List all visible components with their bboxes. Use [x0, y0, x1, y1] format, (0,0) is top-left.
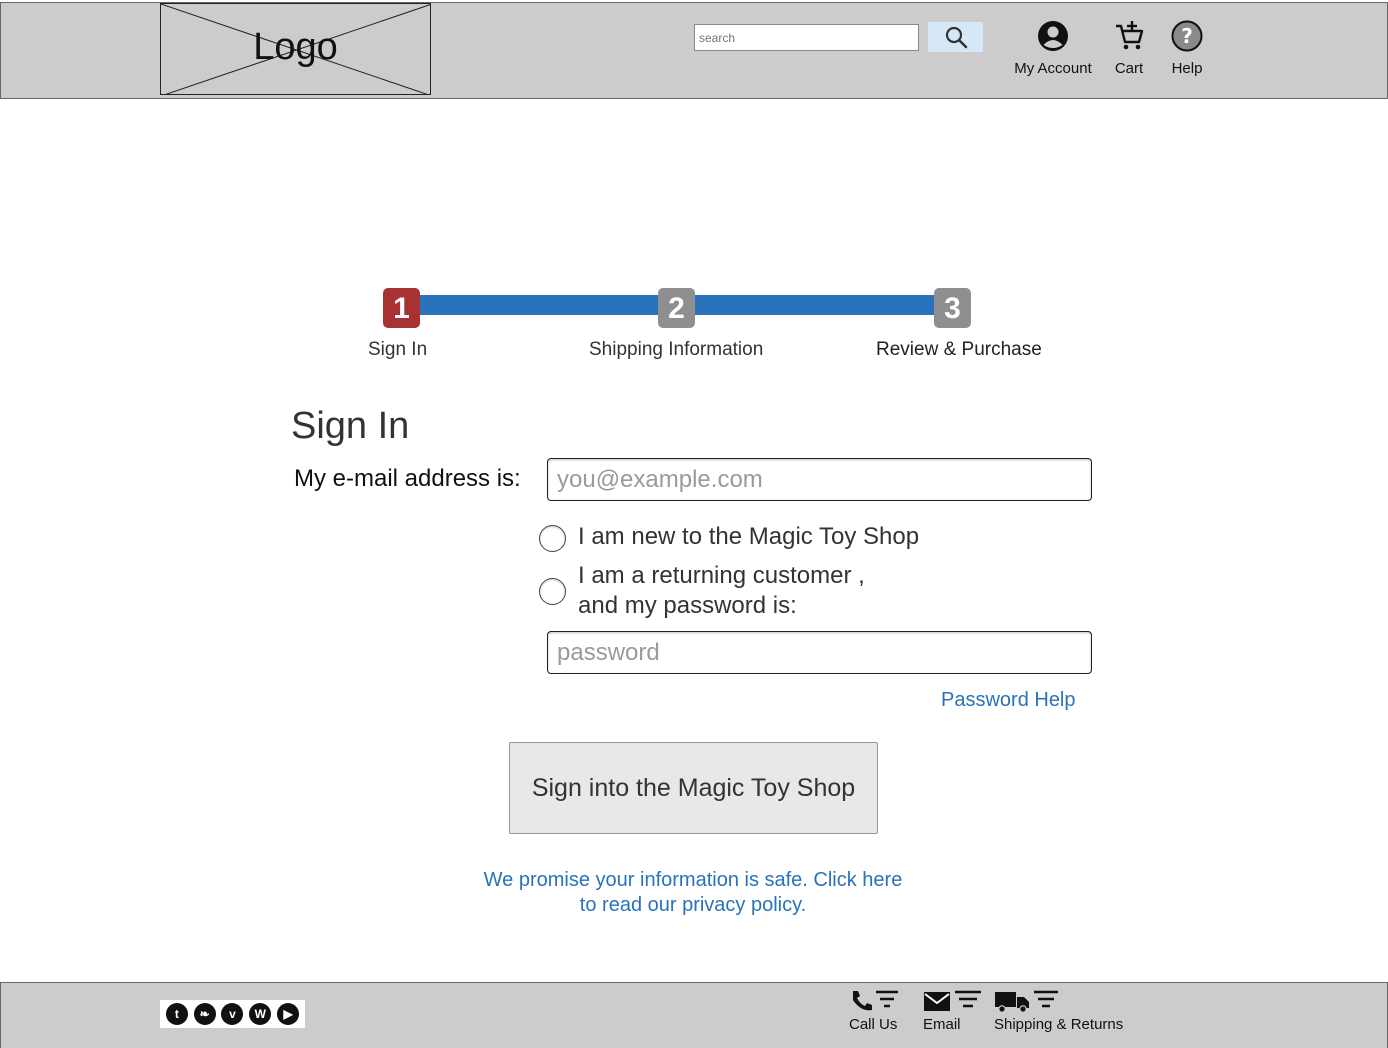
search-icon — [945, 26, 967, 49]
search-input[interactable] — [694, 24, 919, 51]
nav-my-account-label: My Account — [1014, 60, 1092, 77]
wordpress-icon[interactable]: W — [249, 1003, 272, 1025]
new-customer-radio[interactable] — [539, 525, 566, 552]
tumblr-icon[interactable]: t — [165, 1003, 188, 1025]
returning-customer-label-line2: and my password is: — [578, 592, 797, 619]
footer-email-label: Email — [923, 1016, 961, 1033]
step-1-badge: 1 — [383, 288, 420, 328]
privacy-line-1: We promise your information is safe. Cli… — [483, 869, 903, 891]
help-icon: ? — [1171, 20, 1203, 52]
step-2-label: Shipping Information — [589, 339, 764, 360]
footer-email[interactable]: Email — [923, 988, 983, 1033]
nav-cart-label: Cart — [1114, 60, 1144, 77]
youtube-icon[interactable]: ▶ — [277, 1003, 300, 1025]
footer-call-us-label: Call Us — [849, 1016, 898, 1033]
privacy-policy-link[interactable]: We promise your information is safe. Cli… — [443, 868, 943, 918]
nav-cart[interactable]: Cart — [1108, 20, 1150, 77]
step-2-badge: 2 — [658, 288, 695, 328]
nav-my-account[interactable]: My Account — [1010, 20, 1096, 77]
nav-help-label: Help — [1171, 60, 1203, 77]
add-to-cart-icon — [1116, 21, 1144, 50]
search-button[interactable] — [928, 22, 983, 52]
password-help-link[interactable]: Password Help — [941, 689, 1076, 712]
returning-customer-radio[interactable] — [539, 578, 566, 605]
sign-in-button[interactable]: Sign into the Magic Toy Shop — [509, 742, 878, 834]
svg-text:?: ? — [1181, 24, 1193, 48]
logo[interactable]: Logo — [160, 3, 431, 95]
account-icon — [1038, 21, 1068, 51]
vimeo-icon[interactable]: v — [221, 1003, 244, 1025]
step-3-label: Review & Purchase — [876, 339, 1042, 360]
new-customer-label[interactable]: I am new to the Magic Toy Shop — [578, 522, 919, 552]
twitter-icon[interactable]: ❧ — [193, 1003, 216, 1025]
password-field[interactable] — [547, 631, 1092, 674]
email-label: My e-mail address is: — [294, 465, 521, 492]
footer-shipping-returns-label: Shipping & Returns — [994, 1016, 1124, 1033]
nav-help[interactable]: ? Help — [1166, 20, 1208, 77]
truck-menu-icon — [995, 990, 1058, 1013]
step-1-label: Sign In — [368, 339, 428, 360]
social-links: t ❧ v W ▶ — [160, 1000, 305, 1028]
email-field[interactable] — [547, 458, 1092, 501]
email-menu-icon — [924, 990, 981, 1011]
footer-shipping-returns[interactable]: Shipping & Returns — [994, 988, 1123, 1033]
phone-menu-icon — [853, 990, 898, 1011]
logo-text: Logo — [253, 26, 338, 68]
page-title: Sign In — [291, 405, 410, 447]
step-3-badge: 3 — [934, 288, 971, 328]
returning-customer-label-line1: I am a returning customer , — [578, 562, 865, 589]
footer-call-us[interactable]: Call Us — [849, 988, 899, 1033]
returning-customer-label[interactable]: I am a returning customer , and my passw… — [578, 561, 865, 621]
privacy-line-2: to read our privacy policy. — [579, 894, 807, 916]
